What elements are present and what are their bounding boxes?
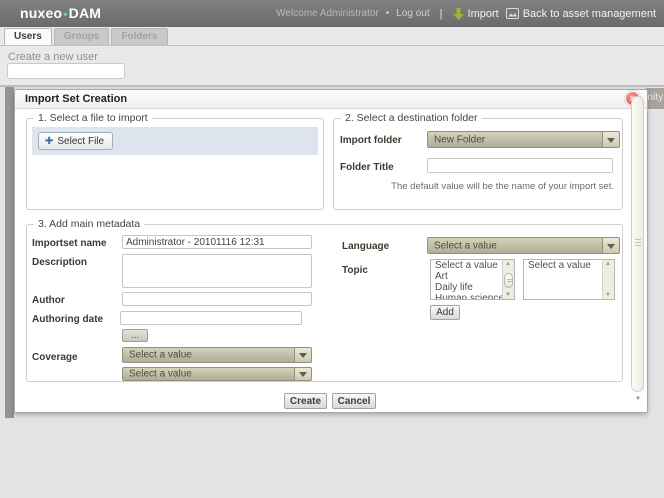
user-search-input[interactable] [7, 63, 125, 79]
topic-selected-listbox[interactable]: Select a value ▲ ▼ [523, 259, 615, 300]
header-actions: Welcome Administrator • Log out | Import… [276, 0, 656, 27]
file-section-legend: 1. Select a file to import [34, 112, 152, 124]
import-link-label: Import [468, 8, 499, 20]
import-folder-label: Import folder [340, 135, 402, 146]
add-topic-button[interactable]: Add [430, 305, 460, 320]
modal-backdrop-strip [5, 87, 14, 418]
scrollbar-grip [635, 239, 641, 240]
coverage-label: Coverage [32, 352, 78, 363]
listbox-scrollbar[interactable]: ▲ ▼ [502, 260, 514, 299]
header-bullet: • [386, 8, 390, 19]
screen: nuxeo•DAM Welcome Administrator • Log ou… [0, 0, 664, 498]
chevron-down-icon [607, 244, 615, 249]
top-header-bar: nuxeo•DAM Welcome Administrator • Log ou… [0, 0, 664, 27]
scroll-down-icon[interactable]: ▼ [505, 292, 511, 298]
picture-icon [506, 8, 519, 19]
page-divider [0, 85, 664, 87]
back-link-label: Back to asset management [523, 8, 656, 20]
welcome-text: Welcome Administrator [276, 8, 379, 19]
description-textarea[interactable] [122, 254, 312, 288]
dropdown-button [294, 368, 311, 380]
dropdown-button [294, 348, 311, 362]
description-label: Description [32, 257, 87, 268]
create-button[interactable]: Create [284, 393, 327, 409]
select-file-button[interactable]: ✚ Select File [38, 132, 113, 150]
logout-link[interactable]: Log out [396, 8, 429, 19]
folder-title-label: Folder Title [340, 162, 394, 173]
coverage-primary-select[interactable]: Select a value [122, 347, 312, 363]
folder-title-input[interactable] [427, 158, 613, 173]
scroll-down-icon[interactable]: ▼ [605, 292, 611, 298]
coverage-secondary-select[interactable]: Select a value [122, 367, 312, 381]
scrollbar-thumb[interactable] [504, 273, 513, 288]
importset-name-input[interactable] [122, 235, 312, 249]
plus-icon: ✚ [45, 136, 53, 147]
dialog-titlebar: Import Set Creation [15, 90, 647, 109]
back-to-asset-management-link[interactable]: Back to asset management [506, 8, 656, 20]
authoring-date-input[interactable] [120, 311, 302, 325]
chevron-down-icon [299, 353, 307, 358]
topic-selected-option[interactable]: Select a value [524, 261, 614, 271]
folder-title-helper-text: The default value will be the name of yo… [391, 181, 614, 192]
file-upload-band: ✚ Select File [32, 127, 318, 155]
language-value: Select a value [434, 240, 497, 251]
topic-available-listbox[interactable]: Select a value Art Daily life Human scie… [430, 259, 515, 300]
app-logo: nuxeo•DAM [20, 5, 101, 21]
tab-folders[interactable]: Folders [111, 28, 167, 45]
scroll-up-icon[interactable]: ▲ [605, 261, 611, 267]
file-section: 1. Select a file to import ✚ Select File [26, 118, 324, 210]
scroll-up-icon[interactable]: ▲ [505, 261, 511, 267]
metadata-section-legend: 3. Add main metadata [34, 218, 144, 230]
create-user-heading: Create a new user [8, 51, 98, 63]
authoring-date-label: Authoring date [32, 314, 103, 325]
author-label: Author [32, 295, 65, 306]
import-folder-value: New Folder [434, 134, 485, 145]
logo-brand: nuxeo [20, 5, 62, 21]
cancel-button[interactable]: Cancel [332, 393, 376, 409]
background-page: Users Groups Folders Create a new user [0, 27, 664, 85]
background-text-fragment: unity [646, 88, 664, 109]
importset-name-label: Importset name [32, 238, 106, 249]
language-label: Language [342, 241, 389, 252]
folder-section: 2. Select a destination folder Import fo… [333, 118, 623, 210]
folder-section-legend: 2. Select a destination folder [341, 112, 482, 124]
dialog-scrollbar[interactable] [631, 96, 644, 392]
import-set-creation-dialog: Import Set Creation ✕ ▼ 1. Select a file… [14, 89, 648, 413]
dropdown-button [602, 238, 619, 253]
date-picker-button[interactable]: ... [122, 329, 148, 342]
select-file-label: Select File [57, 136, 104, 147]
language-select[interactable]: Select a value [427, 237, 620, 254]
chevron-down-icon [299, 372, 307, 377]
import-arrow-icon [453, 8, 464, 20]
import-link[interactable]: Import [453, 8, 499, 20]
coverage-primary-value: Select a value [129, 350, 192, 361]
coverage-secondary-value: Select a value [129, 369, 192, 380]
tab-users[interactable]: Users [4, 28, 52, 45]
topic-label: Topic [342, 265, 368, 276]
tab-baseline [0, 45, 664, 46]
dialog-title: Import Set Creation [25, 93, 127, 105]
scrollbar-down-arrow-icon[interactable]: ▼ [635, 396, 641, 402]
tab-strip: Users Groups Folders [4, 28, 168, 45]
logo-product: DAM [69, 5, 101, 21]
chevron-down-icon [607, 138, 615, 143]
metadata-section: 3. Add main metadata Importset name Desc… [26, 224, 623, 382]
dropdown-button [602, 132, 619, 147]
import-folder-select[interactable]: New Folder [427, 131, 620, 148]
listbox-scrollbar[interactable]: ▲ ▼ [602, 260, 614, 299]
tab-groups[interactable]: Groups [54, 28, 110, 45]
author-input[interactable] [122, 292, 312, 306]
header-separator: | [437, 8, 446, 20]
